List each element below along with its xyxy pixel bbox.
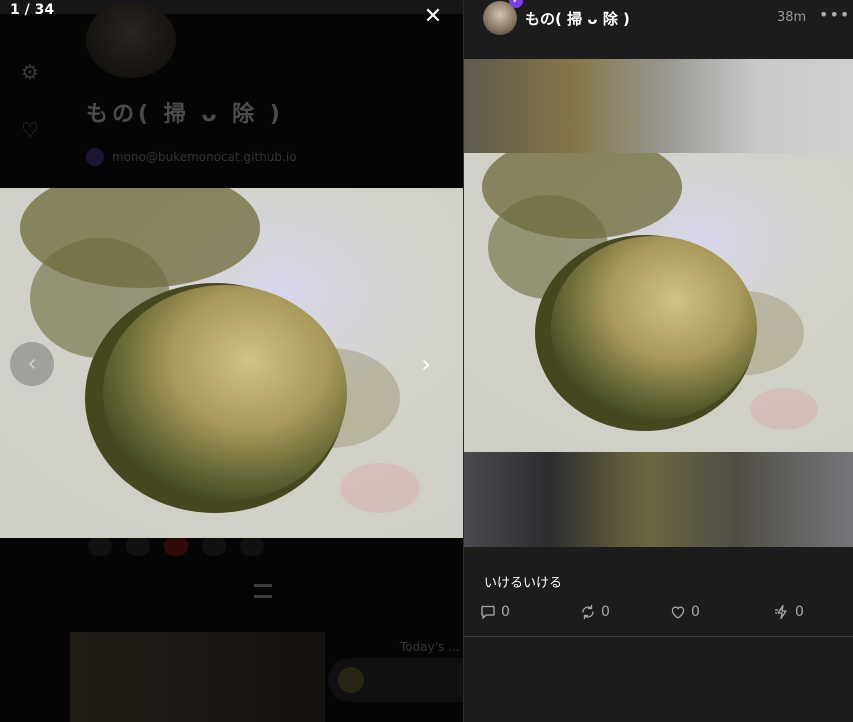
zap-icon: [775, 604, 787, 620]
note-timestamp[interactable]: 38m: [777, 10, 806, 25]
divider: [464, 636, 853, 637]
profile-tags: [88, 536, 264, 556]
like-button[interactable]: 0: [670, 604, 700, 620]
close-icon[interactable]: ✕: [420, 4, 446, 30]
like-count: 0: [691, 604, 700, 620]
pill-avatar: [338, 667, 364, 693]
note-image[interactable]: [464, 153, 853, 452]
media-card: [70, 632, 325, 722]
tag-chip: [164, 536, 188, 556]
lightbox-image: [0, 188, 463, 538]
gear-icon: ⚙: [21, 60, 39, 84]
matcha-bowl-thumbnail: [464, 153, 853, 452]
more-icon[interactable]: •••: [819, 4, 849, 26]
heart-icon: [671, 606, 685, 619]
matcha-bowl-image: [0, 188, 463, 538]
chevron-left-icon[interactable]: ‹: [10, 342, 54, 386]
image-blur-backdrop-top: [464, 59, 853, 153]
reply-button[interactable]: 0: [480, 604, 510, 620]
note-panel: ✓ もの( 掃 ᴗ 除 ) 38m ••• いけるいける 0 0 0 0: [463, 0, 853, 722]
user-pill: [328, 658, 463, 702]
heart-icon: ♡: [21, 118, 39, 142]
tag-chip: [88, 536, 112, 556]
repost-count: 0: [601, 604, 610, 620]
profile-nip05: mono@bukemonocat.github.io: [86, 148, 297, 166]
zap-count: 0: [795, 604, 804, 620]
menu-icon: [254, 584, 272, 598]
reply-count: 0: [501, 604, 510, 620]
tag-chip: [240, 536, 264, 556]
zap-button[interactable]: 0: [774, 604, 804, 620]
image-blur-backdrop-bottom: [464, 452, 853, 547]
profile-name: もの( 掃 ᴗ 除 ): [86, 102, 284, 127]
tag-chip: [202, 536, 226, 556]
chevron-right-icon[interactable]: ›: [412, 348, 440, 380]
repost-button[interactable]: 0: [580, 604, 610, 620]
nip05-icon: [86, 148, 104, 166]
tag-chip: [126, 536, 150, 556]
image-counter: 1 / 34: [10, 2, 55, 18]
side-rail: ⚙ ♡: [18, 60, 44, 176]
note-header: ✓ もの( 掃 ᴗ 除 ) 38m •••: [464, 0, 853, 36]
today-label: Today's ...: [400, 640, 460, 654]
verified-badge-icon: ✓: [509, 0, 523, 8]
note-content: いけるいける: [484, 576, 563, 591]
repost-icon: [582, 604, 594, 620]
profile-banner: [0, 0, 463, 14]
note-actions: 0 0 0 0: [480, 604, 840, 626]
author-name[interactable]: もの( 掃 ᴗ 除 ): [525, 8, 630, 29]
profile-avatar: [86, 2, 176, 78]
lightbox-pane: ⚙ ♡ もの( 掃 ᴗ 除 ) mono@bukemonocat.github.…: [0, 0, 463, 722]
reply-icon: [481, 605, 495, 619]
nip05-text: mono@bukemonocat.github.io: [112, 150, 297, 164]
